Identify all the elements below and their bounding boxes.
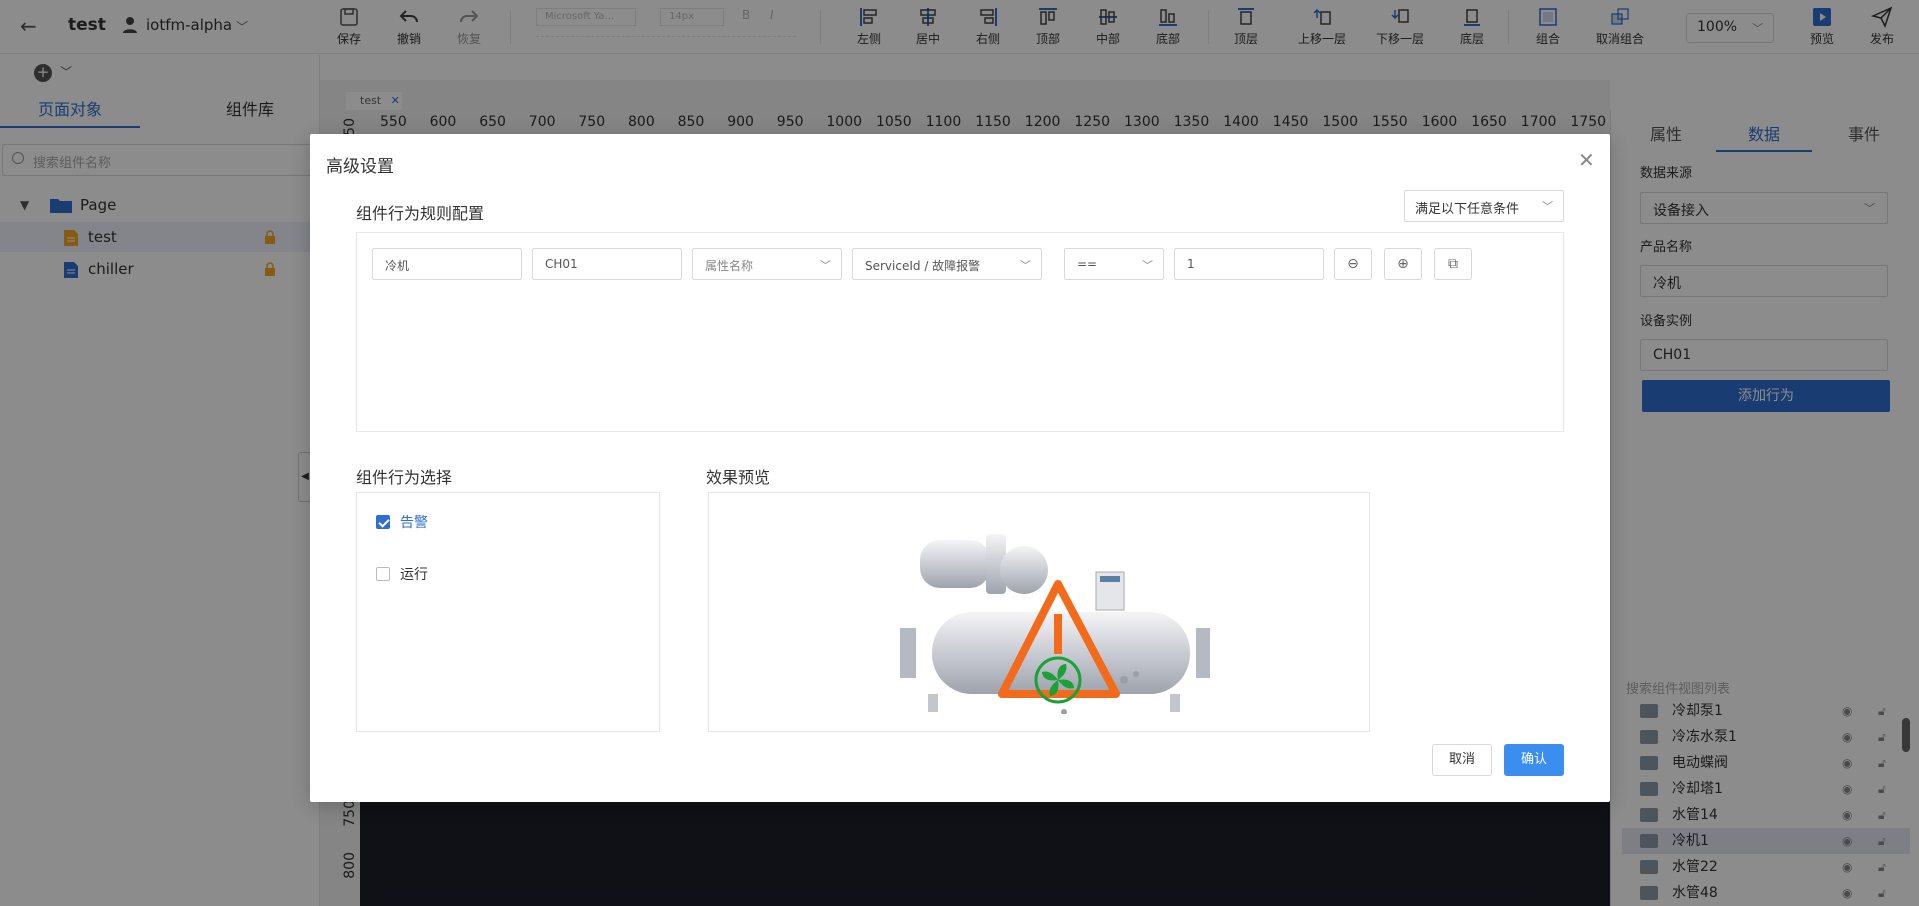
advanced-settings-dialog: 高级设置 ✕ 组件行为规则配置 满足以下任意条件 ﹀ 冷机 CH01 属性名称 ﹀ …	[310, 134, 1610, 802]
behavior-select-heading: 组件行为选择	[356, 468, 453, 487]
rule-attribute-select[interactable]: 属性名称 ﹀	[692, 248, 842, 280]
chiller-alarm-preview-image	[900, 534, 1210, 714]
rule-service-select[interactable]: ServiceId / 故障报警 ﹀	[852, 248, 1042, 280]
confirm-button[interactable]: 确认	[1504, 744, 1564, 776]
behavior-alarm-option[interactable]: 告警	[376, 512, 576, 532]
chevron-down-icon: ﹀	[1542, 200, 1553, 213]
preview-heading: 效果预览	[706, 468, 771, 487]
copy-icon: ⧉	[1448, 256, 1458, 272]
rule-config-heading: 组件行为规则配置	[356, 204, 485, 223]
cancel-button[interactable]: 取消	[1432, 744, 1492, 776]
chevron-down-icon: ﹀	[1020, 259, 1031, 272]
behavior-run-option[interactable]: 运行	[376, 564, 576, 584]
copy-rule-button[interactable]: ⧉	[1434, 248, 1472, 280]
chevron-down-icon: ﹀	[1142, 259, 1153, 272]
rule-product-input[interactable]: 冷机	[372, 248, 522, 280]
rule-value-input[interactable]: 1	[1174, 248, 1324, 280]
run-checkbox[interactable]	[376, 567, 390, 581]
remove-rule-button[interactable]: ⊖	[1334, 248, 1372, 280]
minus-circle-icon: ⊖	[1347, 256, 1359, 272]
close-icon[interactable]: ✕	[1578, 148, 1595, 172]
rule-device-input[interactable]: CH01	[532, 248, 682, 280]
add-rule-button[interactable]: ⊕	[1384, 248, 1422, 280]
alarm-checkbox[interactable]	[376, 515, 390, 529]
dialog-title: 高级设置	[326, 157, 394, 177]
chevron-down-icon: ﹀	[820, 259, 831, 272]
rule-operator-select[interactable]: == ﹀	[1064, 248, 1164, 280]
condition-mode-select[interactable]: 满足以下任意条件 ﹀	[1404, 190, 1564, 222]
plus-circle-icon: ⊕	[1397, 256, 1409, 272]
